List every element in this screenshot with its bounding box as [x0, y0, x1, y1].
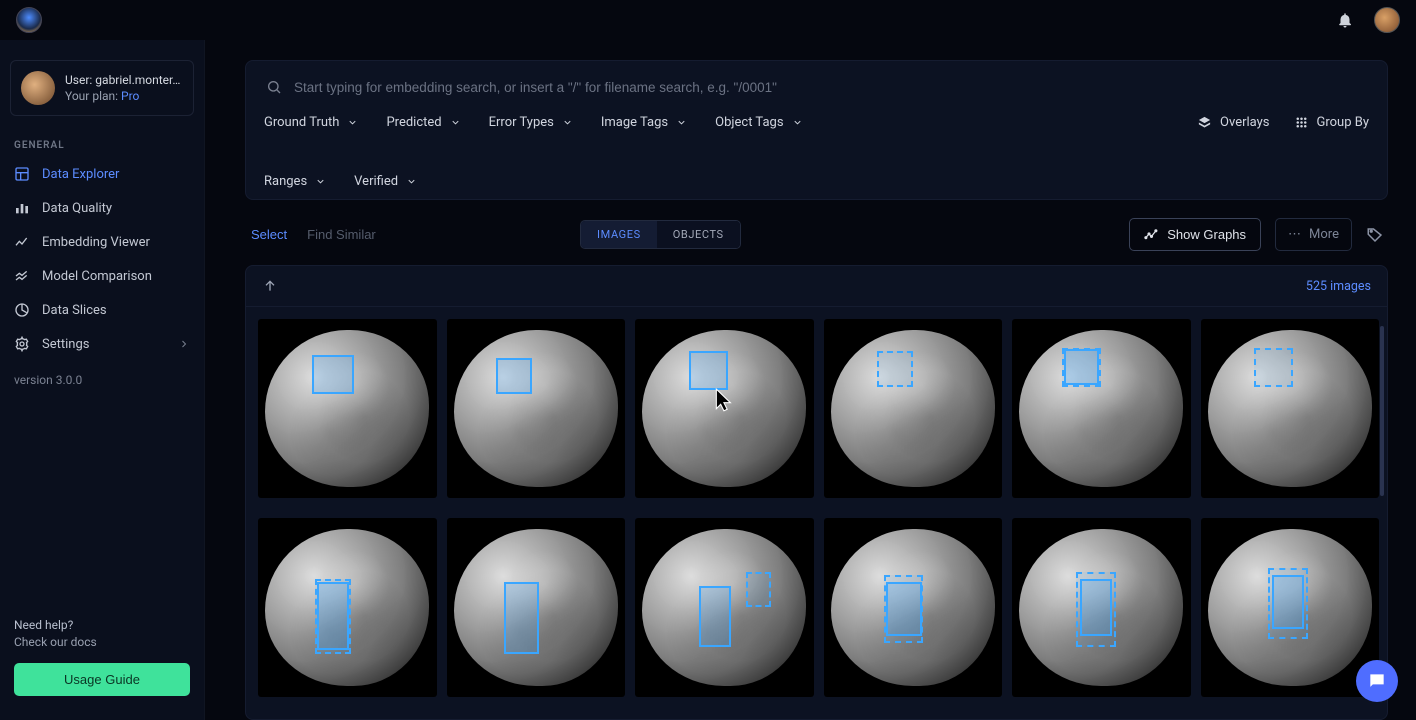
search-input[interactable]	[294, 80, 1367, 95]
section-general: GENERAL	[0, 130, 204, 157]
sidebar-item-label: Data Slices	[42, 303, 107, 318]
filter-ranges[interactable]: Ranges	[264, 174, 326, 189]
topbar	[0, 0, 1416, 40]
layout-icon	[14, 166, 30, 182]
layers-icon	[1197, 115, 1212, 130]
user-plan: Your plan: Pro	[65, 88, 180, 104]
lines-icon	[14, 268, 30, 284]
image-grid[interactable]	[246, 307, 1387, 719]
user-card[interactable]: User: gabriel.monter… Your plan: Pro	[10, 60, 194, 116]
sidebar-item-settings[interactable]: Settings	[0, 327, 204, 361]
app-logo[interactable]	[16, 7, 42, 33]
tab-images[interactable]: IMAGES	[581, 221, 657, 248]
gear-icon	[14, 336, 30, 352]
tab-objects[interactable]: OBJECTS	[657, 221, 740, 248]
image-thumbnail[interactable]	[1201, 518, 1380, 697]
sidebar-item-label: Embedding Viewer	[42, 235, 150, 250]
sidebar-item-label: Model Comparison	[42, 269, 152, 284]
chat-icon	[1367, 671, 1387, 691]
grid-icon	[1294, 115, 1309, 130]
view-tabs: IMAGES OBJECTS	[580, 220, 741, 249]
sidebar-avatar	[21, 71, 55, 105]
image-thumbnail[interactable]	[635, 319, 814, 498]
chevron-right-icon	[178, 338, 190, 350]
image-thumbnail[interactable]	[824, 518, 1003, 697]
image-thumbnail[interactable]	[635, 518, 814, 697]
image-thumbnail[interactable]	[258, 319, 437, 498]
show-graphs-button[interactable]: Show Graphs	[1129, 218, 1261, 251]
tag-icon[interactable]	[1366, 226, 1384, 244]
toolbar: Select Find Similar IMAGES OBJECTS Show …	[245, 200, 1388, 261]
chevron-down-icon	[450, 117, 461, 128]
user-avatar[interactable]	[1374, 7, 1400, 33]
sidebar-item-label: Settings	[42, 337, 89, 352]
help-block: Need help? Check our docs	[0, 617, 204, 663]
image-thumbnail[interactable]	[1201, 319, 1380, 498]
sort-icon[interactable]	[262, 278, 278, 294]
usage-guide-button[interactable]: Usage Guide	[14, 663, 190, 696]
pie-icon	[14, 302, 30, 318]
image-thumbnail[interactable]	[258, 518, 437, 697]
scatter-icon	[14, 234, 30, 250]
filter-ground-truth[interactable]: Ground Truth	[264, 115, 358, 130]
chevron-down-icon	[792, 117, 803, 128]
help-sub[interactable]: Check our docs	[14, 634, 190, 651]
help-title: Need help?	[14, 617, 190, 634]
image-thumbnail[interactable]	[1012, 319, 1191, 498]
find-similar-button: Find Similar	[305, 223, 378, 246]
filter-object-tags[interactable]: Object Tags	[715, 115, 802, 130]
select-button[interactable]: Select	[249, 223, 289, 246]
sidebar-item-data-quality[interactable]: Data Quality	[0, 191, 204, 225]
filter-image-tags[interactable]: Image Tags	[601, 115, 687, 130]
sidebar-item-label: Data Quality	[42, 201, 112, 216]
image-grid-panel: 525 images	[245, 265, 1388, 720]
bars-icon	[14, 200, 30, 216]
filter-predicted[interactable]: Predicted	[386, 115, 460, 130]
sidebar-item-model-comparison[interactable]: Model Comparison	[0, 259, 204, 293]
user-name: User: gabriel.monter…	[65, 72, 180, 88]
image-thumbnail[interactable]	[447, 518, 626, 697]
more-button[interactable]: ⋯ More	[1275, 218, 1352, 251]
sidebar-item-embedding-viewer[interactable]: Embedding Viewer	[0, 225, 204, 259]
chevron-down-icon	[562, 117, 573, 128]
main: Ground Truth Predicted Error Types Image…	[205, 40, 1416, 720]
scrollbar[interactable]	[1380, 326, 1384, 496]
version-text: version 3.0.0	[0, 361, 204, 399]
filter-verified[interactable]: Verified	[354, 174, 417, 189]
graph-icon	[1144, 227, 1159, 242]
image-thumbnail[interactable]	[824, 319, 1003, 498]
chevron-down-icon	[676, 117, 687, 128]
image-count: 525 images	[1306, 279, 1371, 294]
chat-widget[interactable]	[1356, 660, 1398, 702]
notifications-icon[interactable]	[1336, 11, 1354, 29]
chevron-down-icon	[315, 176, 326, 187]
sidebar: User: gabriel.monter… Your plan: Pro GEN…	[0, 40, 205, 720]
sidebar-item-label: Data Explorer	[42, 167, 119, 182]
image-thumbnail[interactable]	[447, 319, 626, 498]
filter-error-types[interactable]: Error Types	[489, 115, 573, 130]
overlays-button[interactable]: Overlays	[1197, 115, 1269, 130]
chevron-down-icon	[406, 176, 417, 187]
group-by-button[interactable]: Group By	[1294, 115, 1370, 130]
sidebar-item-data-explorer[interactable]: Data Explorer	[0, 157, 204, 191]
chevron-down-icon	[347, 117, 358, 128]
image-thumbnail[interactable]	[1012, 518, 1191, 697]
sidebar-item-data-slices[interactable]: Data Slices	[0, 293, 204, 327]
dots-icon: ⋯	[1288, 227, 1301, 242]
search-filter-panel: Ground Truth Predicted Error Types Image…	[245, 60, 1388, 200]
search-icon	[266, 79, 282, 95]
